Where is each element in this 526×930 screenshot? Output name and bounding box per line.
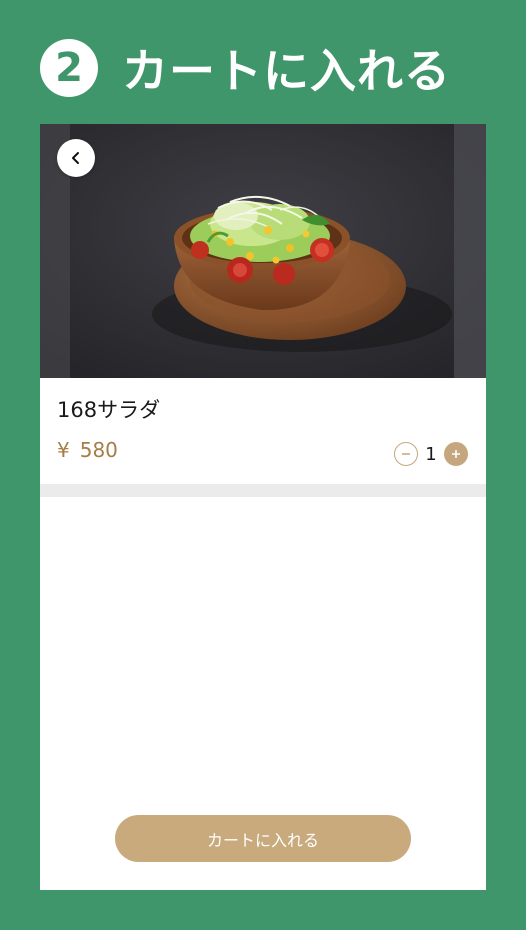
chevron-left-icon [72,152,79,164]
product-info: 168サラダ ¥580 1 [40,378,486,484]
plus-icon [452,450,460,458]
back-button[interactable] [57,139,95,177]
page-title: カートに入れる [122,44,451,98]
minus-icon [402,453,410,455]
product-name: 168サラダ [57,398,161,422]
product-price: ¥580 [57,438,118,462]
quantity-value: 1 [425,443,437,465]
increase-quantity-button[interactable] [444,442,468,466]
page-header: 2 カートに入れる [40,38,451,98]
step-number-badge: 2 [40,39,98,97]
product-photo [40,124,486,378]
quantity-stepper: 1 [394,442,468,466]
add-to-cart-button[interactable]: カートに入れる [115,815,411,862]
price-value: 580 [79,438,118,462]
price-currency: ¥ [57,438,70,462]
decrease-quantity-button[interactable] [394,442,418,466]
section-divider [40,484,486,497]
product-detail-screen: 168サラダ ¥580 1 カートに入れる [40,124,486,890]
